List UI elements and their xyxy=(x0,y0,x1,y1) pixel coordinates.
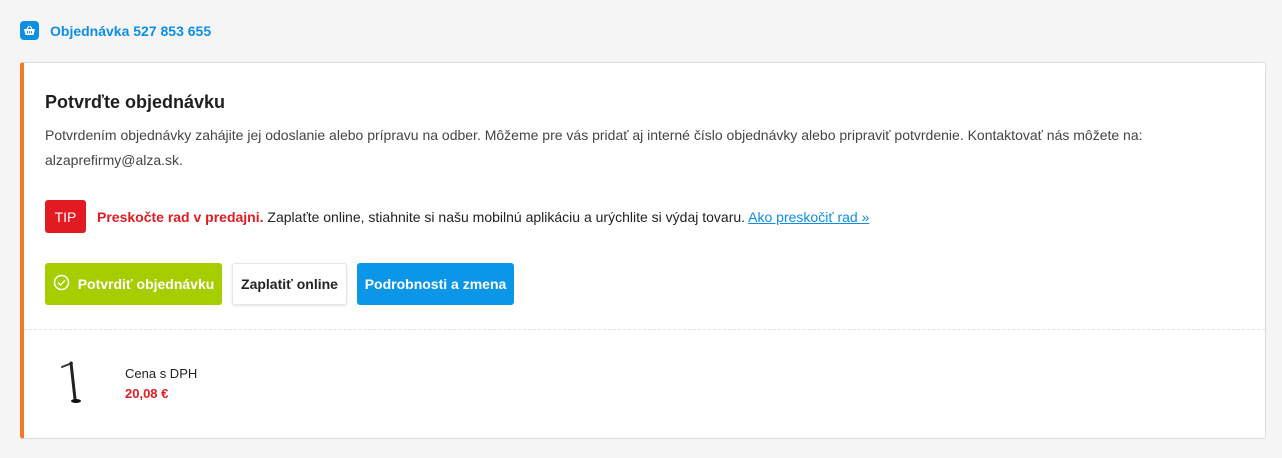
skip-queue-link[interactable]: Ako preskočiť rad » xyxy=(748,209,869,225)
pay-online-button[interactable]: Zaplatiť online xyxy=(232,263,347,305)
card-title: Potvrďte objednávku xyxy=(45,92,225,112)
tip-bold-text: Preskočte rad v predajni. xyxy=(97,208,264,225)
price-label: Cena s DPH xyxy=(125,366,198,381)
confirm-order-button[interactable]: Potvrdiť objednávku xyxy=(45,263,222,305)
details-and-change-button[interactable]: Podrobnosti a zmena xyxy=(357,263,514,305)
card-description: Potvrdením objednávky zahájite jej odosl… xyxy=(45,127,1143,168)
tip-badge: TIP xyxy=(45,200,86,233)
order-header: Objednávka 527 853 655 xyxy=(20,21,211,40)
price-value: 20,08 € xyxy=(125,386,169,401)
tip-row: TIP Preskočte rad v predajni. Zaplaťte o… xyxy=(45,200,869,233)
tip-text: Zaplaťte online, stiahnite si našu mobil… xyxy=(267,208,746,225)
desk-lamp-image[interactable] xyxy=(60,359,90,409)
divider xyxy=(24,329,1265,330)
tip-message: Preskočte rad v predajni. Zaplaťte onlin… xyxy=(97,209,869,225)
check-circle-icon xyxy=(53,274,70,294)
basket-icon xyxy=(20,21,39,40)
order-title[interactable]: Objednávka 527 853 655 xyxy=(50,23,211,39)
order-confirmation-card: Potvrďte objednávku Potvrdením objednávk… xyxy=(20,62,1266,439)
action-buttons: Potvrdiť objednávku Zaplatiť online Podr… xyxy=(45,263,514,305)
confirm-order-label: Potvrdiť objednávku xyxy=(77,276,215,292)
